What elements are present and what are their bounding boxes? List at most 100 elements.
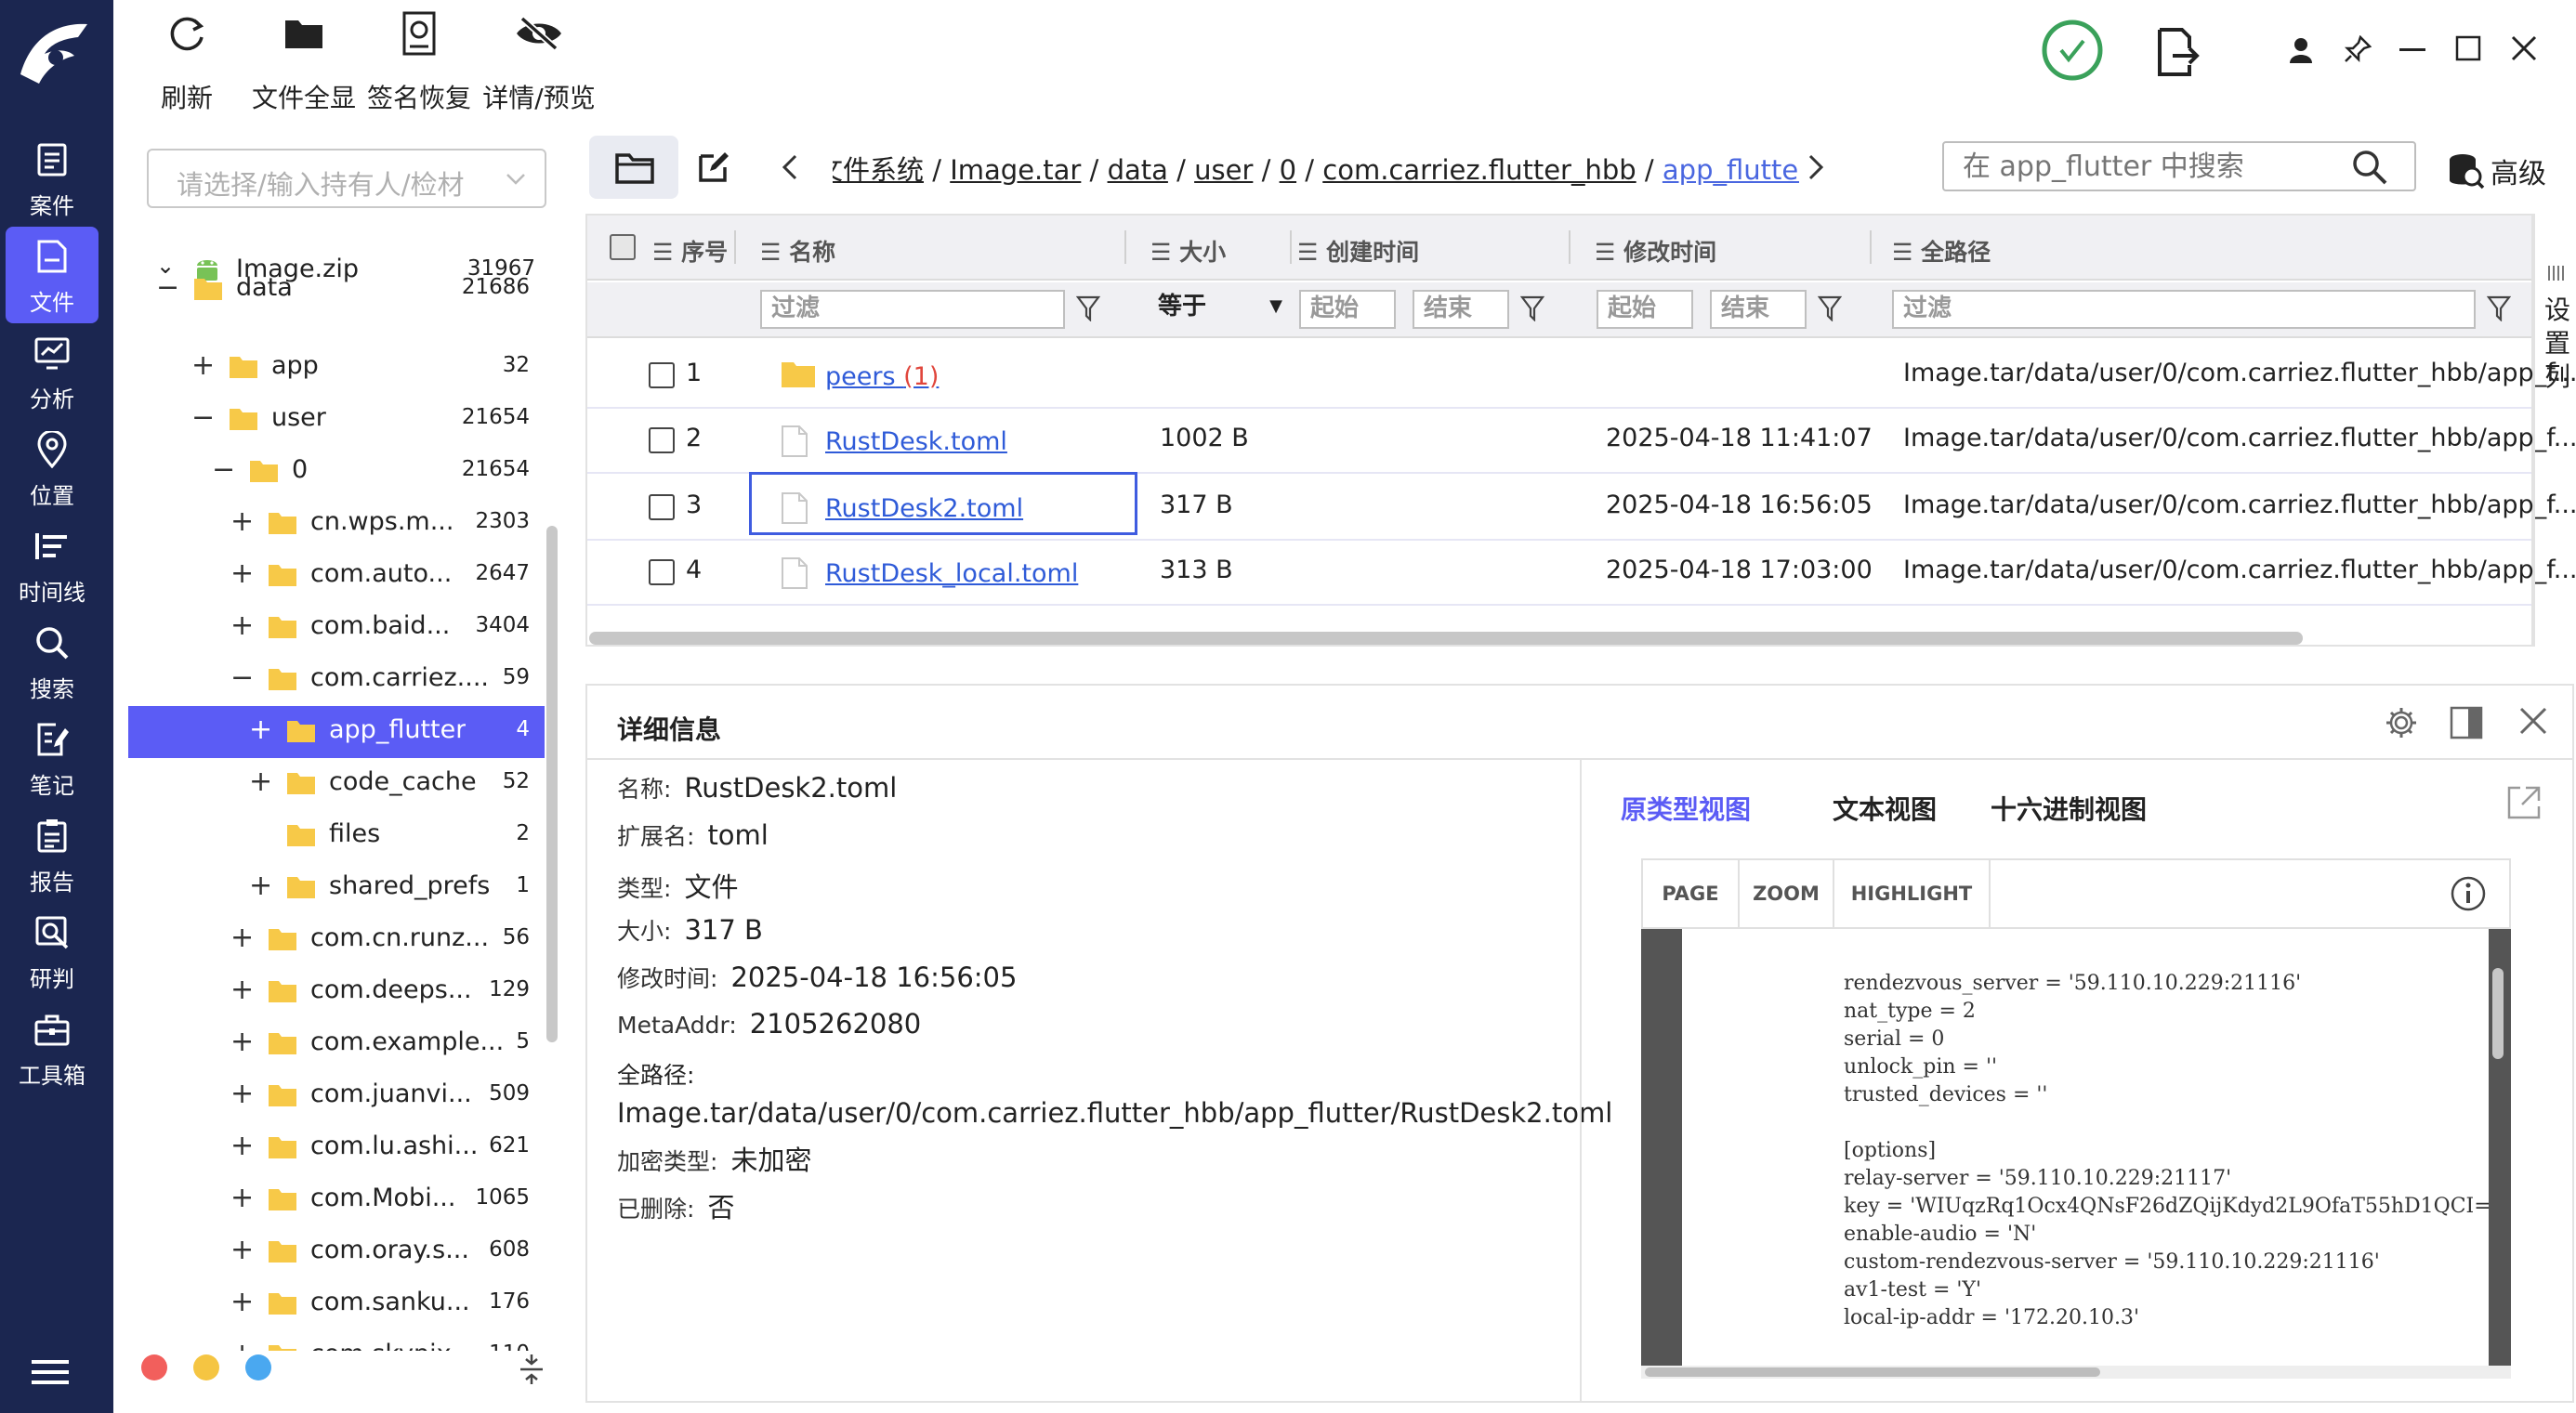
tree-item[interactable]: files 2 — [128, 810, 545, 862]
info-icon[interactable] — [2450, 875, 2487, 912]
row-checkbox[interactable] — [649, 427, 675, 453]
maximize-icon[interactable] — [2455, 35, 2481, 61]
chevron-left-icon[interactable] — [779, 150, 801, 184]
breadcrumb-segment[interactable]: user — [1194, 154, 1253, 186]
tree-toggle[interactable]: + — [249, 765, 272, 798]
panel-divider[interactable] — [1580, 760, 1582, 1401]
tree-item[interactable]: + com.skypix... 110 — [128, 1330, 545, 1351]
tree-item[interactable]: + com.deeps... 129 — [128, 966, 545, 1018]
breadcrumb-segment[interactable]: 0 — [1280, 154, 1296, 186]
col-size-header[interactable]: ☰ 大小 — [1150, 234, 1226, 268]
tree-toggle[interactable]: + — [249, 713, 272, 746]
tree-toggle[interactable]: + — [230, 1026, 254, 1058]
refresh-button[interactable]: 刷新 — [152, 0, 221, 113]
tree-item[interactable]: − 0 21654 — [128, 446, 545, 498]
tree-item[interactable]: − user 21654 — [128, 394, 545, 446]
tree-toggle[interactable]: − — [156, 271, 179, 304]
col-divider[interactable] — [1124, 230, 1126, 264]
tree-item[interactable]: − com.carriez.... 59 — [128, 654, 545, 706]
tree-scrollbar[interactable] — [546, 526, 558, 1042]
nav-item-1[interactable]: 文件 — [6, 227, 99, 323]
col-name-header[interactable]: ☰ 名称 — [760, 234, 835, 268]
scroll-thumb[interactable] — [1645, 1367, 2100, 1377]
tree-toggle[interactable]: + — [249, 870, 272, 902]
nav-item-5[interactable]: 搜索 — [6, 613, 99, 710]
split-panel-icon[interactable] — [2450, 706, 2483, 739]
created-start-input[interactable]: 起始 — [1299, 290, 1396, 329]
signature-restore-button[interactable]: 签名恢复 — [367, 0, 471, 113]
tree-toggle[interactable]: − — [191, 401, 215, 434]
col-divider[interactable] — [1290, 230, 1292, 264]
shield-check-icon[interactable] — [2041, 19, 2104, 82]
popout-icon[interactable] — [2505, 784, 2543, 821]
col-divider[interactable] — [1569, 230, 1571, 264]
filter-icon[interactable] — [1818, 295, 1842, 321]
filter-icon[interactable] — [1520, 295, 1544, 321]
nav-item-0[interactable]: 案件 — [6, 130, 99, 227]
col-divider[interactable] — [1870, 230, 1872, 264]
tree-toggle[interactable]: + — [230, 922, 254, 954]
table-horizontal-scrollbar[interactable] — [589, 632, 2303, 645]
filter-icon[interactable] — [2487, 295, 2511, 321]
row-checkbox[interactable] — [649, 559, 675, 585]
tree-toggle[interactable]: + — [230, 1234, 254, 1266]
tree-toggle[interactable]: + — [230, 1078, 254, 1110]
nav-item-2[interactable]: 分析 — [6, 323, 99, 420]
nav-item-7[interactable]: 报告 — [6, 806, 99, 903]
minimize-icon[interactable] — [2399, 48, 2425, 52]
filter-icon[interactable] — [1076, 295, 1100, 321]
details-preview-button[interactable]: 详情/预览 — [482, 0, 596, 113]
table-row[interactable]: 2 RustDesk.toml 1002 B 2025-04-18 11:41:07 I… — [587, 407, 2576, 474]
tree-toggle[interactable]: − — [212, 453, 235, 486]
name-filter-input[interactable]: 过滤 — [760, 290, 1065, 329]
breadcrumb-current[interactable]: app_flutter — [1663, 154, 1799, 186]
col-index-header[interactable]: ☰ 序号 — [652, 234, 728, 268]
nav-item-8[interactable]: 研判 — [6, 903, 99, 1000]
col-fullpath-header[interactable]: ☰ 全路径 — [1892, 234, 1991, 268]
tree-item[interactable]: + com.oray.s... 608 — [128, 1226, 545, 1278]
tree-toggle[interactable]: + — [230, 974, 254, 1006]
breadcrumb-segment[interactable]: Image.tar — [950, 154, 1081, 186]
file-name-link[interactable]: RustDesk_local.toml — [825, 559, 1078, 588]
tree-toggle[interactable]: + — [230, 1130, 254, 1162]
tree-toggle[interactable]: + — [230, 1338, 254, 1351]
hamburger-menu-icon[interactable] — [32, 1358, 69, 1386]
row-checkbox[interactable] — [649, 362, 675, 388]
size-operator-select[interactable]: 等于 ▼ — [1149, 290, 1286, 329]
select-all-checkbox[interactable] — [610, 234, 636, 260]
tree-item[interactable]: + code_cache 52 — [128, 758, 545, 810]
table-row[interactable]: 1 peers (1) Image.tar/data/user/0/com.carr… — [587, 342, 2576, 409]
col-created-header[interactable]: ☰ 创建时间 — [1297, 234, 1419, 268]
breadcrumb-segment[interactable]: data — [1108, 154, 1168, 186]
column-settings-button[interactable]: 设置列 — [2533, 214, 2576, 647]
search-icon[interactable] — [2351, 149, 2388, 186]
red-dot[interactable] — [141, 1354, 167, 1380]
tree-item[interactable]: + com.juanvi... 509 — [128, 1070, 545, 1122]
tree-item[interactable]: + com.Mobi... 1065 — [128, 1174, 545, 1226]
tree-toggle[interactable]: + — [230, 557, 254, 590]
modified-start-input[interactable]: 起始 — [1597, 290, 1693, 329]
search-input[interactable] — [1942, 141, 2416, 191]
tree-toggle[interactable]: + — [230, 505, 254, 538]
breadcrumb-segment[interactable]: 文件系统 — [833, 154, 924, 186]
file-name-link[interactable]: RustDesk.toml — [825, 427, 1007, 456]
tree-item[interactable]: + app 32 — [128, 342, 545, 394]
yellow-dot[interactable] — [193, 1354, 219, 1380]
zoom-button[interactable]: ZOOM — [1740, 860, 1834, 927]
created-end-input[interactable]: 结束 — [1413, 290, 1509, 329]
pin-icon[interactable] — [2344, 35, 2372, 63]
tree-item[interactable]: + app_flutter 4 — [128, 706, 545, 758]
modified-end-input[interactable]: 结束 — [1710, 290, 1807, 329]
tree-item[interactable]: + com.sanku... 176 — [128, 1278, 545, 1330]
tree-item[interactable]: + cn.wps.m... 2303 — [128, 498, 545, 550]
table-row[interactable]: 4 RustDesk_local.toml 313 B 2025-04-18 17:0… — [587, 539, 2576, 606]
blue-dot[interactable] — [245, 1354, 271, 1380]
tree-item[interactable]: − data 21686 — [128, 264, 545, 316]
col-divider[interactable] — [734, 230, 736, 264]
row-checkbox[interactable] — [649, 494, 675, 520]
close-icon[interactable] — [2511, 35, 2537, 61]
export-file-icon[interactable] — [2156, 28, 2201, 76]
tab-text-view[interactable]: 文本视图 — [1833, 790, 1937, 827]
show-all-files-button[interactable]: 文件全显 — [252, 0, 356, 113]
tree-item[interactable]: + com.baid... 3404 — [128, 602, 545, 654]
